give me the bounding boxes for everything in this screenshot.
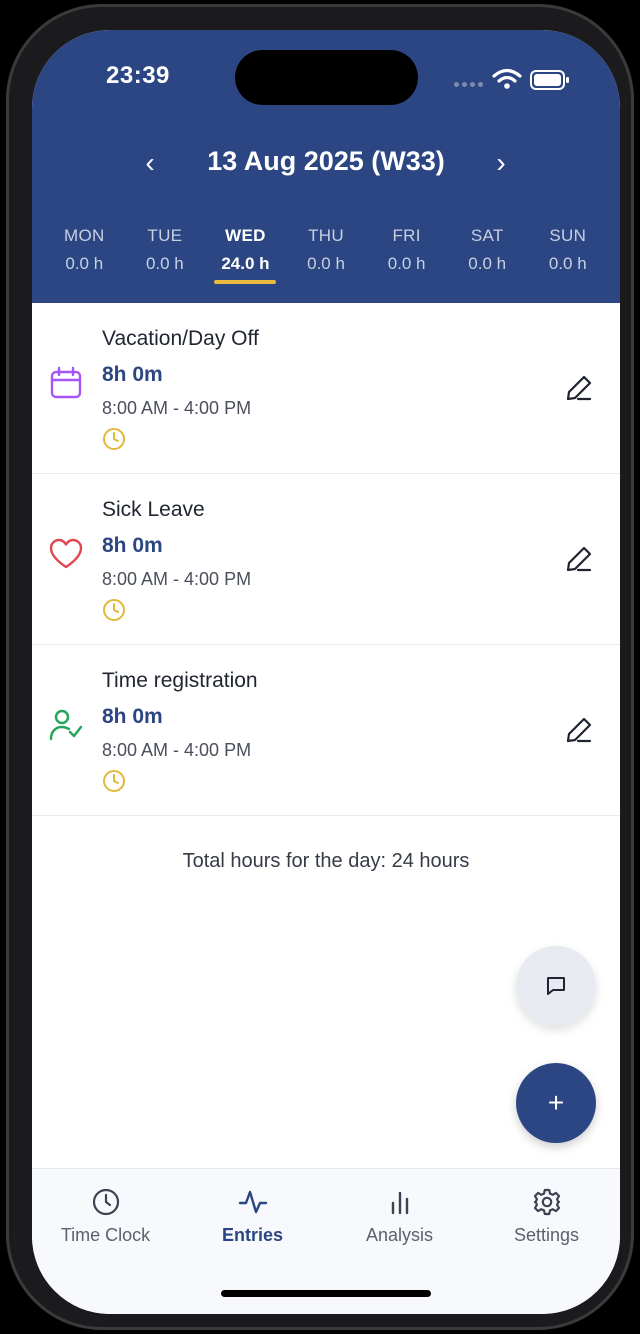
tab-label: Time Clock xyxy=(60,1225,151,1245)
tab-label: Analysis xyxy=(365,1225,434,1245)
tab-settings[interactable]: Settings xyxy=(473,1169,620,1314)
entry-time-registration[interactable]: Time registration 8h 0m 8:00 AM - 4:00 P… xyxy=(32,645,620,816)
calendar-icon xyxy=(50,366,82,399)
tab-label: Settings xyxy=(513,1225,580,1245)
clock-icon xyxy=(103,428,125,450)
wifi-icon xyxy=(492,68,522,89)
battery-icon xyxy=(530,70,569,90)
day-hours: 0.0 h xyxy=(145,254,184,273)
day-hours: 0.0 h xyxy=(307,254,345,273)
home-indicator xyxy=(221,1290,431,1297)
day-hours: 24.0 h xyxy=(221,254,270,273)
total-hours-text: Total hours for the day: 24 hours xyxy=(182,850,470,872)
entry-time-range: 8:00 AM - 4:00 PM xyxy=(102,398,252,418)
week-day-selector: MON 0.0 h TUE 0.0 h WED 24.0 h THU 0.0 h xyxy=(44,226,608,296)
bar-chart-icon xyxy=(391,1191,408,1215)
day-hours: 0.0 h xyxy=(548,254,587,273)
chat-button[interactable] xyxy=(516,946,596,1026)
day-tab-tue[interactable]: TUE 0.0 h xyxy=(125,226,206,296)
add-entry-button[interactable]: + xyxy=(516,1063,596,1143)
clock-icon xyxy=(103,770,125,792)
status-time: 23:39 xyxy=(106,62,170,89)
day-tab-fri[interactable]: FRI 0.0 h xyxy=(366,226,447,296)
message-square-icon xyxy=(547,977,565,995)
day-hours: 0.0 h xyxy=(65,254,104,273)
entry-title: Sick Leave xyxy=(102,498,205,521)
day-tab-mon[interactable]: MON 0.0 h xyxy=(44,226,125,296)
edit-pencil-icon[interactable] xyxy=(564,373,594,403)
day-tab-sat[interactable]: SAT 0.0 h xyxy=(447,226,528,296)
day-tab-sun[interactable]: SUN 0.0 h xyxy=(527,226,608,296)
entry-title: Vacation/Day Off xyxy=(102,327,259,350)
day-hours: 0.0 h xyxy=(387,254,426,273)
tab-time-clock[interactable]: Time Clock xyxy=(32,1169,179,1314)
tab-label: Entries xyxy=(221,1225,284,1245)
app-screen: 23:39 ‹ 13 Aug 2025 (W33) › MON 0.0 h TU… xyxy=(32,30,620,1314)
entry-sick-leave[interactable]: Sick Leave 8h 0m 8:00 AM - 4:00 PM xyxy=(32,474,620,645)
date-title: 13 Aug 2025 (W33) xyxy=(207,146,445,176)
entry-duration: 8h 0m xyxy=(102,705,163,728)
entry-vacation[interactable]: Vacation/Day Off 8h 0m 8:00 AM - 4:00 PM xyxy=(32,303,620,474)
entry-time-range: 8:00 AM - 4:00 PM xyxy=(102,740,252,760)
date-navigator: ‹ 13 Aug 2025 (W33) › xyxy=(32,138,620,188)
day-name: TUE xyxy=(147,226,183,245)
day-tab-wed[interactable]: WED 24.0 h xyxy=(205,226,286,296)
phone-frame: 23:39 ‹ 13 Aug 2025 (W33) › MON 0.0 h TU… xyxy=(6,4,634,1330)
header: 23:39 ‹ 13 Aug 2025 (W33) › MON 0.0 h TU… xyxy=(32,30,620,303)
active-day-indicator xyxy=(214,280,277,284)
day-name: SUN xyxy=(549,226,587,245)
next-day-button[interactable]: › xyxy=(484,146,518,180)
dynamic-island xyxy=(235,50,418,105)
entry-duration: 8h 0m xyxy=(102,534,163,557)
clock-icon xyxy=(92,1188,119,1216)
user-check-icon xyxy=(49,709,83,741)
day-name: WED xyxy=(225,226,266,245)
day-name: FRI xyxy=(392,226,421,245)
activity-icon xyxy=(238,1190,267,1214)
day-hours: 0.0 h xyxy=(468,254,507,273)
day-tab-thu[interactable]: THU 0.0 h xyxy=(286,226,367,296)
gear-icon xyxy=(533,1188,560,1216)
edit-pencil-icon[interactable] xyxy=(564,544,594,574)
day-name: MON xyxy=(64,226,105,245)
entry-time-range: 8:00 AM - 4:00 PM xyxy=(102,569,252,589)
clock-icon xyxy=(103,599,125,621)
entry-duration: 8h 0m xyxy=(102,363,163,386)
heart-icon xyxy=(49,538,83,569)
entry-title: Time registration xyxy=(102,669,258,692)
day-name: SAT xyxy=(470,226,504,245)
cellular-signal-icon xyxy=(454,82,483,87)
edit-pencil-icon[interactable] xyxy=(564,715,594,745)
day-name: THU xyxy=(308,226,344,245)
